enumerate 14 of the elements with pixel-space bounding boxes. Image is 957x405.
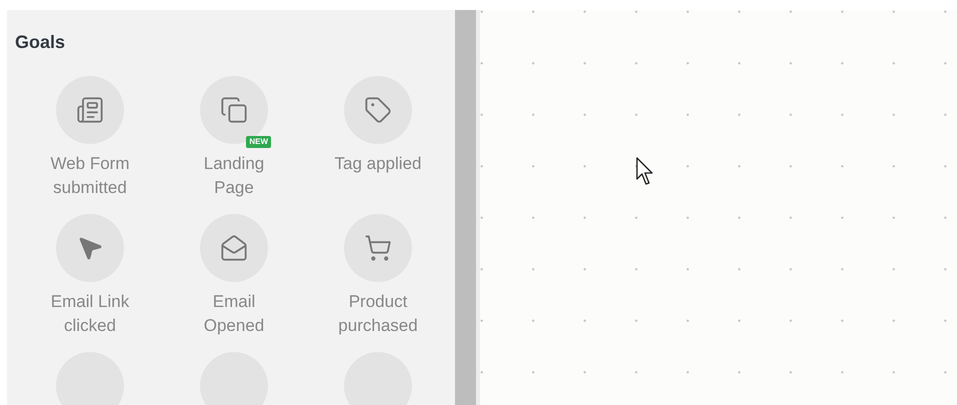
goal-label: Product purchased	[337, 291, 419, 337]
newspaper-icon	[76, 96, 104, 124]
windows-icon	[220, 96, 248, 124]
panel-title: Goals	[15, 32, 66, 53]
new-badge: NEW	[246, 136, 271, 148]
goal-label: Tag applied	[334, 153, 422, 175]
tag-icon	[364, 96, 392, 124]
goal-label: Email Link clicked	[50, 291, 130, 337]
goal-label: Landing Page	[202, 153, 266, 199]
goal-label: Email Opened	[202, 291, 266, 337]
goal-label: Web Form submitted	[49, 153, 131, 199]
scrollbar[interactable]	[455, 10, 480, 405]
envelope-icon	[220, 234, 248, 262]
cart-icon	[364, 234, 392, 262]
